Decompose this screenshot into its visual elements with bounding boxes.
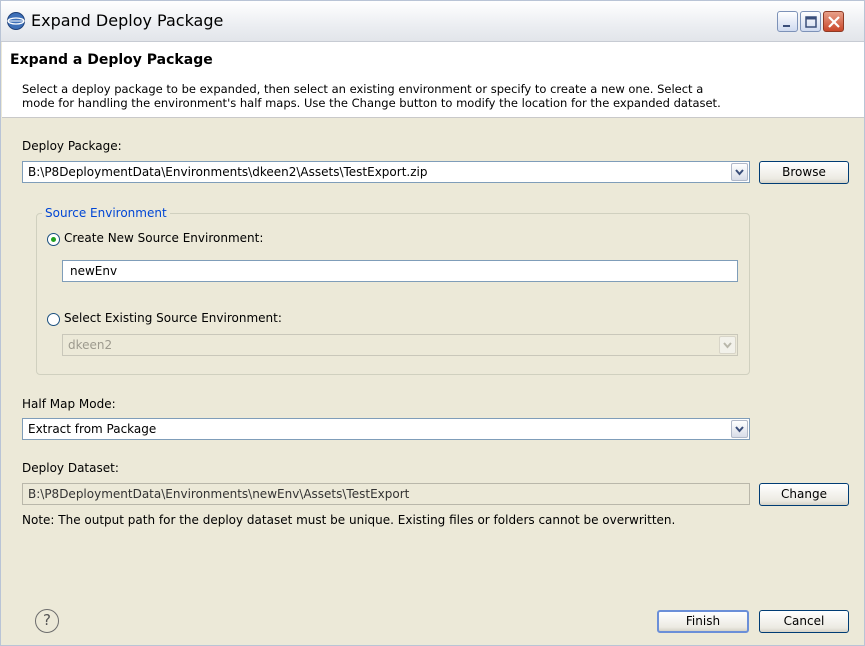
finish-button[interactable]: Finish (657, 610, 749, 633)
chevron-down-icon (723, 342, 732, 349)
close-button[interactable] (823, 11, 844, 32)
half-map-mode-value: Extract from Package (28, 422, 157, 436)
header-description: Select a deploy package to be expanded, … (22, 82, 842, 110)
deploy-package-combo[interactable]: B:\P8DeploymentData\Environments\dkeen2\… (22, 161, 750, 183)
footer-separator (2, 593, 864, 594)
deploy-package-dropdown-button[interactable] (731, 163, 748, 181)
chevron-down-icon (735, 426, 744, 433)
deploy-package-value: B:\P8DeploymentData\Environments\dkeen2\… (28, 165, 428, 179)
deploy-dataset-label: Deploy Dataset: (22, 461, 119, 475)
cancel-button[interactable]: Cancel (759, 610, 849, 633)
half-map-mode-dropdown-button[interactable] (731, 420, 748, 438)
help-icon[interactable]: ? (35, 609, 59, 633)
select-existing-environment-label: Select Existing Source Environment: (64, 311, 282, 325)
chevron-down-icon (735, 169, 744, 176)
description-line-1: Select a deploy package to be expanded, … (22, 82, 704, 96)
dialog-header: Expand a Deploy Package Select a deploy … (2, 42, 864, 118)
close-icon (828, 16, 840, 28)
description-line-2: mode for handling the environment's half… (22, 96, 721, 110)
maximize-button[interactable] (800, 11, 821, 32)
new-environment-value: newEnv (70, 264, 118, 278)
existing-environment-combo[interactable]: dkeen2 (62, 334, 738, 356)
existing-environment-dropdown-button[interactable] (719, 336, 736, 354)
create-new-environment-radio[interactable] (47, 233, 60, 246)
minimize-icon (783, 25, 790, 27)
header-title: Expand a Deploy Package (10, 52, 213, 68)
minimize-button[interactable] (777, 11, 798, 32)
change-button[interactable]: Change (759, 483, 849, 506)
dialog-window: Expand Deploy Package Expand a Deploy Pa… (0, 0, 865, 646)
deploy-package-label: Deploy Package: (22, 139, 122, 153)
half-map-mode-label: Half Map Mode: (22, 397, 116, 411)
new-environment-input[interactable]: newEnv (62, 260, 738, 282)
deploy-app-icon (7, 12, 25, 30)
deploy-dataset-field: B:\P8DeploymentData\Environments\newEnv\… (22, 483, 750, 505)
half-map-mode-combo[interactable]: Extract from Package (22, 418, 750, 440)
title-bar[interactable]: Expand Deploy Package (1, 1, 864, 42)
deploy-dataset-note: Note: The output path for the deploy dat… (22, 513, 676, 527)
dialog-body: Deploy Package: B:\P8DeploymentData\Envi… (2, 118, 864, 645)
window-title: Expand Deploy Package (31, 11, 224, 30)
maximize-icon (805, 16, 817, 28)
source-environment-legend: Source Environment (42, 206, 170, 220)
select-existing-environment-radio[interactable] (47, 313, 60, 326)
create-new-environment-label: Create New Source Environment: (64, 231, 264, 245)
existing-environment-value: dkeen2 (68, 338, 113, 352)
deploy-dataset-value: B:\P8DeploymentData\Environments\newEnv\… (28, 487, 410, 501)
browse-button[interactable]: Browse (759, 161, 849, 184)
